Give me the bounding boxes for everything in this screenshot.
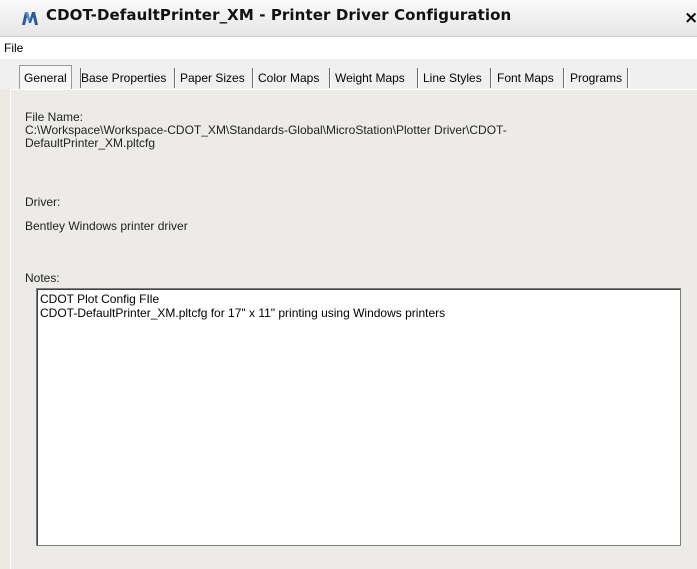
- file-name-line-2: DefaultPrinter_XM.pltcfg: [25, 136, 156, 150]
- tab-base-properties[interactable]: Base Properties: [81, 68, 166, 88]
- notes-textarea[interactable]: CDOT Plot Config FIle CDOT-DefaultPrinte…: [36, 288, 681, 546]
- tab-paper-sizes[interactable]: Paper Sizes: [180, 68, 245, 88]
- window-title: CDOT-DefaultPrinter_XM - Printer Driver …: [46, 6, 512, 24]
- notes-line-1: CDOT Plot Config FIle: [40, 292, 160, 306]
- driver-label: Driver:: [25, 195, 61, 209]
- title-bar: CDOT-DefaultPrinter_XM - Printer Driver …: [0, 0, 697, 37]
- menu-file[interactable]: File: [4, 41, 23, 55]
- close-button[interactable]: ×: [684, 7, 697, 29]
- tab-separator: [563, 68, 564, 88]
- tab-separator: [490, 68, 491, 88]
- file-name-value: C:\Workspace\Workspace-CDOT_XM\Standards…: [25, 124, 585, 150]
- tab-line-styles[interactable]: Line Styles: [423, 68, 482, 88]
- tab-general[interactable]: General: [19, 65, 72, 90]
- file-name-label: File Name:: [25, 110, 84, 124]
- menu-bar: File: [0, 37, 697, 59]
- tab-separator: [417, 68, 418, 88]
- tab-font-maps[interactable]: Font Maps: [497, 68, 554, 88]
- tab-programs[interactable]: Programs: [570, 68, 622, 88]
- notes-label: Notes:: [25, 271, 60, 285]
- tab-separator: [174, 68, 175, 88]
- tab-color-maps[interactable]: Color Maps: [258, 68, 319, 88]
- driver-value: Bentley Windows printer driver: [25, 219, 188, 233]
- tab-weight-maps[interactable]: Weight Maps: [335, 68, 405, 88]
- tab-separator: [252, 68, 253, 88]
- tab-separator: [627, 68, 628, 88]
- microstation-icon: [22, 12, 38, 25]
- tab-separator: [329, 68, 330, 88]
- notes-line-2: CDOT-DefaultPrinter_XM.pltcfg for 17" x …: [40, 306, 446, 320]
